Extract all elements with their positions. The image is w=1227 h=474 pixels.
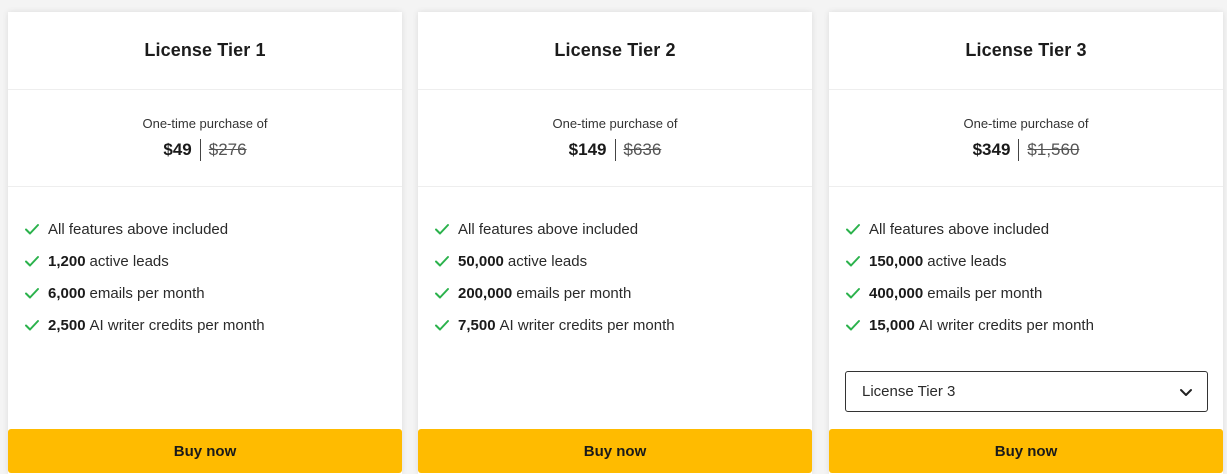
feature-item: 7,500 AI writer credits per month bbox=[434, 309, 812, 341]
check-icon bbox=[846, 256, 860, 267]
price-row: $49 $276 bbox=[8, 138, 402, 162]
check-icon bbox=[846, 288, 860, 299]
feature-item: 6,000 emails per month bbox=[24, 277, 402, 309]
feature-text: emails per month bbox=[89, 284, 205, 302]
original-price: $276 bbox=[208, 140, 247, 159]
feature-value: 50,000 bbox=[458, 252, 504, 270]
check-icon bbox=[435, 320, 449, 331]
feature-value: 6,000 bbox=[48, 284, 86, 302]
feature-item: All features above included bbox=[434, 213, 812, 245]
feature-text: active leads bbox=[927, 252, 1007, 270]
feature-text: All features above included bbox=[458, 220, 639, 238]
price-caption: One-time purchase of bbox=[963, 116, 1089, 131]
price-block: One-time purchase of $149 $636 bbox=[418, 90, 812, 187]
card-header: License Tier 1 bbox=[8, 12, 402, 90]
check-icon bbox=[25, 320, 39, 331]
feature-item: 50,000 active leads bbox=[434, 245, 812, 277]
current-price: $149 bbox=[568, 140, 607, 159]
current-price: $349 bbox=[972, 140, 1011, 159]
card-title: License Tier 3 bbox=[965, 40, 1087, 60]
feature-item: All features above included bbox=[845, 213, 1223, 245]
feature-value: 150,000 bbox=[869, 252, 924, 270]
card-header: License Tier 2 bbox=[418, 12, 812, 90]
price-block: One-time purchase of $349 $1,560 bbox=[829, 90, 1223, 187]
feature-value: 2,500 bbox=[48, 316, 86, 334]
feature-value: 200,000 bbox=[458, 284, 513, 302]
card-title: License Tier 2 bbox=[554, 40, 676, 60]
feature-text: emails per month bbox=[927, 284, 1043, 302]
feature-text: AI writer credits per month bbox=[918, 316, 1094, 334]
feature-item: 1,200 active leads bbox=[24, 245, 402, 277]
check-icon bbox=[25, 224, 39, 235]
feature-value: 7,500 bbox=[458, 316, 496, 334]
chevron-down-icon bbox=[1180, 388, 1192, 396]
check-icon bbox=[25, 256, 39, 267]
price-caption: One-time purchase of bbox=[552, 116, 678, 131]
feature-value: 15,000 bbox=[869, 316, 915, 334]
feature-list: All features above included 50,000 activ… bbox=[418, 187, 812, 341]
price-row: $149 $636 bbox=[418, 138, 812, 162]
pricing-card-tier-1: License Tier 1 One-time purchase of $49 … bbox=[8, 12, 402, 474]
check-icon bbox=[25, 288, 39, 299]
card-header: License Tier 3 bbox=[829, 12, 1223, 90]
feature-item: 150,000 active leads bbox=[845, 245, 1223, 277]
price-row: $349 $1,560 bbox=[829, 138, 1223, 162]
original-price: $636 bbox=[623, 140, 662, 159]
original-price: $1,560 bbox=[1027, 140, 1080, 159]
feature-item: 2,500 AI writer credits per month bbox=[24, 309, 402, 341]
feature-value: 1,200 bbox=[48, 252, 86, 270]
feature-value: 400,000 bbox=[869, 284, 924, 302]
feature-text: active leads bbox=[89, 252, 169, 270]
price-block: One-time purchase of $49 $276 bbox=[8, 90, 402, 187]
pricing-card-tier-3: License Tier 3 One-time purchase of $349… bbox=[829, 12, 1223, 474]
buy-now-button[interactable]: Buy now bbox=[418, 429, 812, 473]
price-caption: One-time purchase of bbox=[142, 116, 268, 131]
check-icon bbox=[435, 288, 449, 299]
buy-now-button[interactable]: Buy now bbox=[829, 429, 1223, 473]
tier-select-value: License Tier 3 bbox=[862, 383, 956, 400]
feature-item: 400,000 emails per month bbox=[845, 277, 1223, 309]
buy-now-button[interactable]: Buy now bbox=[8, 429, 402, 473]
tier-select[interactable]: License Tier 3 bbox=[845, 371, 1208, 412]
card-title: License Tier 1 bbox=[144, 40, 266, 60]
pricing-cards: License Tier 1 One-time purchase of $49 … bbox=[0, 0, 1227, 474]
feature-text: AI writer credits per month bbox=[89, 316, 265, 334]
feature-item: All features above included bbox=[24, 213, 402, 245]
feature-list: All features above included 150,000 acti… bbox=[829, 187, 1223, 341]
feature-text: All features above included bbox=[869, 220, 1050, 238]
check-icon bbox=[435, 256, 449, 267]
check-icon bbox=[435, 224, 449, 235]
feature-list: All features above included 1,200 active… bbox=[8, 187, 402, 341]
feature-text: emails per month bbox=[516, 284, 632, 302]
pricing-card-tier-2: License Tier 2 One-time purchase of $149… bbox=[418, 12, 812, 474]
feature-text: AI writer credits per month bbox=[499, 316, 675, 334]
feature-item: 200,000 emails per month bbox=[434, 277, 812, 309]
current-price: $49 bbox=[163, 140, 192, 159]
check-icon bbox=[846, 224, 860, 235]
check-icon bbox=[846, 320, 860, 331]
feature-item: 15,000 AI writer credits per month bbox=[845, 309, 1223, 341]
feature-text: All features above included bbox=[48, 220, 229, 238]
feature-text: active leads bbox=[507, 252, 588, 270]
